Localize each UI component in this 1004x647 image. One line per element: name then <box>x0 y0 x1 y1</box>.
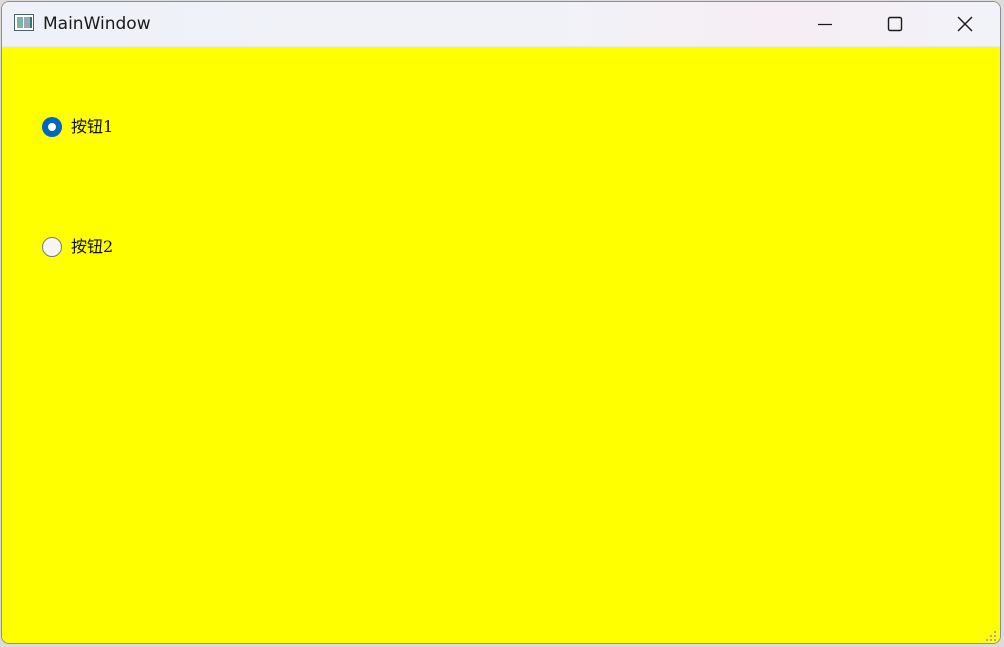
minimize-icon <box>818 23 832 26</box>
resize-grip-icon[interactable] <box>985 630 997 642</box>
client-area: 按钮1 按钮2 <box>2 47 1000 643</box>
app-window-icon[interactable] <box>14 14 34 31</box>
radio-button-2[interactable]: 按钮2 <box>42 236 113 258</box>
window-title: MainWindow <box>43 14 151 34</box>
maximize-button[interactable] <box>872 2 918 46</box>
radio-checked-icon[interactable] <box>42 117 62 137</box>
main-window: MainWindow 按钮1 按钮2 <box>1 1 1001 644</box>
radio-button-1[interactable]: 按钮1 <box>42 116 113 138</box>
radio-button-2-label[interactable]: 按钮2 <box>71 237 113 257</box>
minimize-button[interactable] <box>802 2 848 46</box>
radio-unchecked-icon[interactable] <box>42 237 62 257</box>
title-bar[interactable]: MainWindow <box>2 2 1000 47</box>
close-icon <box>957 16 973 32</box>
radio-button-1-label[interactable]: 按钮1 <box>71 117 113 137</box>
maximize-icon <box>887 16 903 32</box>
close-button[interactable] <box>942 2 988 46</box>
